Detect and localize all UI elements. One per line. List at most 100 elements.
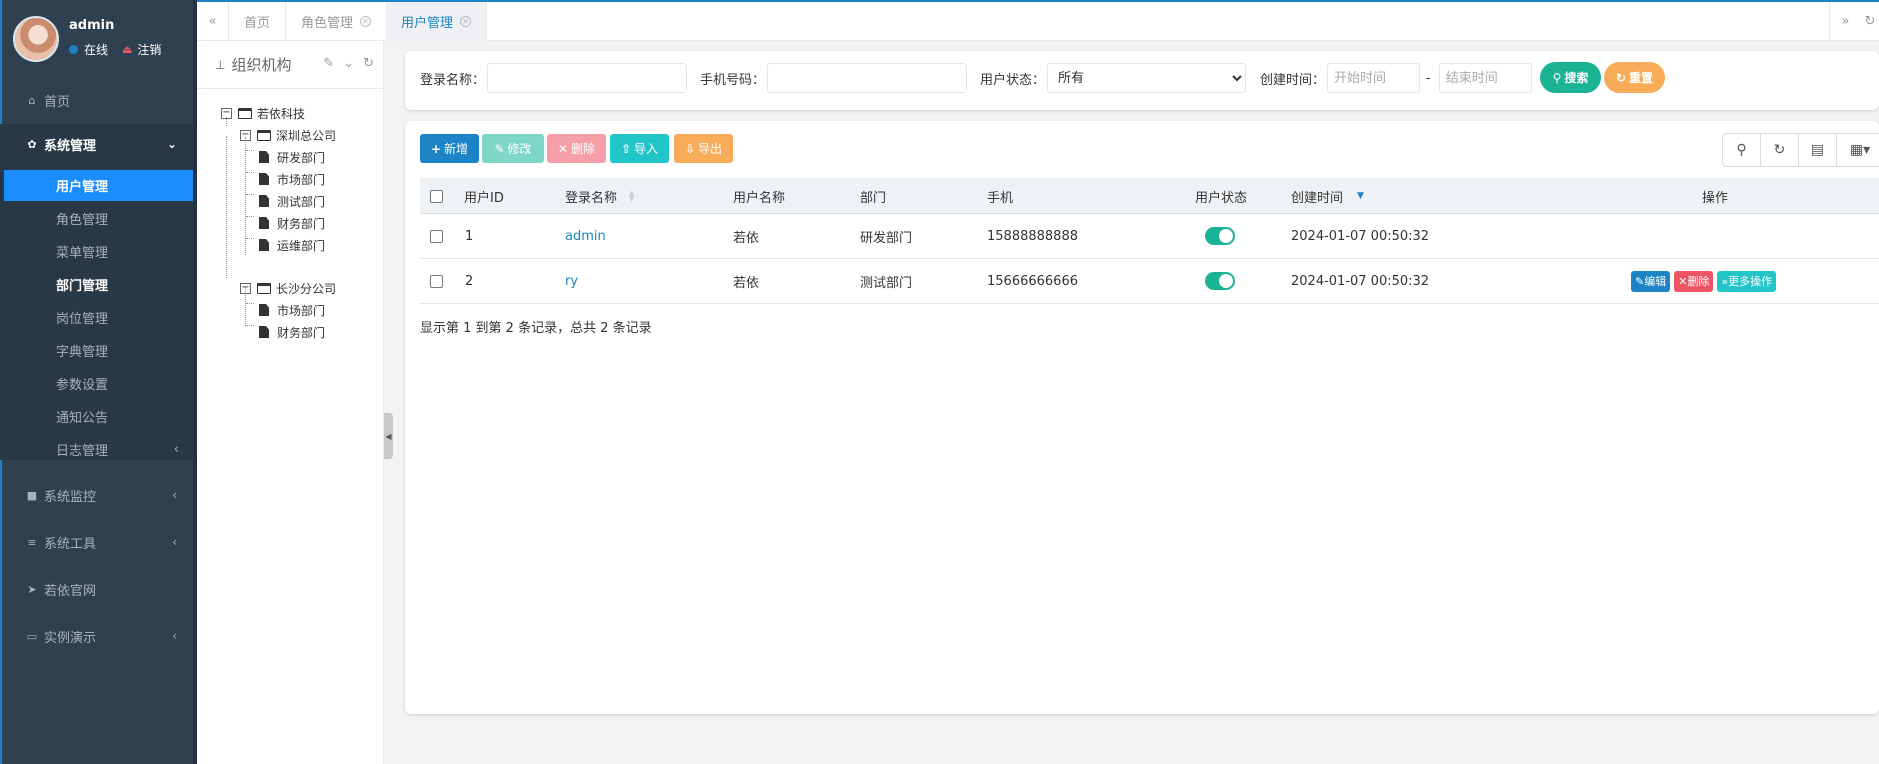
edit-icon[interactable]: ✎ <box>323 56 334 71</box>
column-select-button[interactable]: ▦▾ <box>1836 133 1879 167</box>
search-toggle-button[interactable]: ⚲ <box>1722 133 1761 167</box>
start-time-input[interactable] <box>1327 63 1421 93</box>
tree-node-root-label: 若依科技 <box>257 106 306 121</box>
th-status[interactable]: 用户状态 <box>1195 178 1247 214</box>
status-select[interactable]: 所有 <box>1047 63 1247 93</box>
row-delete-label: 删除 <box>1687 275 1710 288</box>
tree-node-dept[interactable]: 运维部门 <box>259 236 325 254</box>
sidebar-item-logs[interactable]: 日志管理 ‹ <box>4 434 193 465</box>
file-icon <box>259 151 269 163</box>
row-edit-label: 编辑 <box>1644 275 1667 288</box>
tree-node-shenzhen[interactable]: − 深圳总公司 <box>240 126 336 144</box>
sidebar-item-logs-label: 日志管理 <box>56 444 109 459</box>
tab-home[interactable]: 首页 <box>229 2 287 41</box>
upload-icon: ⇧ <box>620 141 632 156</box>
reset-button[interactable]: ↻ 重置 <box>1604 62 1665 93</box>
tabs-scroll-right-button[interactable]: » <box>1829 2 1861 41</box>
phone-field: 手机号码： <box>700 63 968 93</box>
row-checkbox[interactable] <box>430 229 443 243</box>
tabs-scroll-left-button[interactable]: « <box>197 2 229 41</box>
refresh-button[interactable]: ↻ <box>1760 133 1799 167</box>
sidebar-item-dict[interactable]: 字典管理 <box>4 335 193 366</box>
user-table-panel: + 新增 ✎ 修改 ✕ 删除 ⇧ 导入 ⇩ 导出 ⚲ ↻ ▤ ▦▾ 用户ID 登录名称 ▲… <box>405 121 1879 714</box>
logout-icon[interactable]: ⏏ <box>122 43 132 56</box>
add-user-button[interactable]: + 新增 <box>420 134 479 163</box>
th-phone[interactable]: 手机 <box>987 178 1013 214</box>
end-time-input[interactable] <box>1438 63 1532 93</box>
cell-created: 2024-01-07 00:50:32 <box>1291 228 1430 244</box>
collapse-toggle-icon[interactable]: − <box>221 107 232 119</box>
tab-users[interactable]: 用户管理 ✕ <box>386 2 488 41</box>
tab-roles[interactable]: 角色管理 ✕ <box>286 2 388 41</box>
nav-item-demo[interactable]: ▭ 实例演示 ‹ <box>0 616 193 656</box>
desktop-icon: ▭ <box>26 629 38 643</box>
row-checkbox[interactable] <box>430 274 443 288</box>
tree-connector <box>226 136 227 278</box>
login-name-link[interactable]: ry <box>565 274 578 289</box>
sidebar-item-notice[interactable]: 通知公告 <box>4 401 193 432</box>
tree-node-dept[interactable]: 财务部门 <box>259 214 325 232</box>
tree-node-changsha[interactable]: − 长沙分公司 <box>240 279 336 297</box>
row-more-button[interactable]: » 更多操作 <box>1717 270 1777 292</box>
search-button[interactable]: ⚲ 搜索 <box>1540 62 1601 93</box>
import-button[interactable]: ⇧ 导入 <box>610 134 669 163</box>
nav-item-monitor[interactable]: ■ 系统监控 ‹ <box>0 475 193 515</box>
th-login-name[interactable]: 登录名称 ▲ ▼ <box>565 178 634 214</box>
th-dept[interactable]: 部门 <box>860 178 886 214</box>
status-toggle[interactable] <box>1205 272 1235 290</box>
file-icon <box>259 304 269 316</box>
refresh-tab-icon[interactable]: ↻ <box>1861 2 1879 41</box>
delete-user-button[interactable]: ✕ 删除 <box>547 134 606 163</box>
logout-link[interactable]: 注销 <box>137 41 161 58</box>
sidebar-item-posts[interactable]: 岗位管理 <box>4 302 193 333</box>
send-icon: ➤ <box>27 582 37 596</box>
nav-item-home[interactable]: ⌂ 首页 <box>0 80 193 120</box>
sort-icon: ▲ ▼ <box>629 189 635 203</box>
nav-system-label: 系统管理 <box>44 138 97 154</box>
tree-node-dept[interactable]: 测试部门 <box>259 192 325 210</box>
collapse-panel-handle[interactable]: ◀ <box>384 413 393 459</box>
org-tree-tools: ✎ ⌄ ↻ <box>323 56 374 71</box>
row-edit-button[interactable]: ✎ 编辑 <box>1631 270 1671 292</box>
export-button[interactable]: ⇩ 导出 <box>674 134 733 163</box>
grid-icon: ▦▾ <box>1849 142 1871 158</box>
sidebar-item-users[interactable]: 用户管理 <box>4 170 193 201</box>
online-dot-icon <box>69 45 78 54</box>
login-name-field: 登录名称： <box>420 63 688 93</box>
close-icon[interactable]: ✕ <box>460 16 472 27</box>
tree-node-dept[interactable]: 市场部门 <box>259 301 325 319</box>
status-toggle[interactable] <box>1205 227 1235 245</box>
phone-input[interactable] <box>767 63 968 93</box>
sidebar-item-depts[interactable]: 部门管理 <box>4 269 193 300</box>
sidebar-item-roles[interactable]: 角色管理 <box>4 203 193 234</box>
login-name-input[interactable] <box>487 63 688 93</box>
sidebar-item-menus[interactable]: 菜单管理 <box>4 236 193 267</box>
collapse-toggle-icon[interactable]: − <box>240 129 251 141</box>
nav-item-tools[interactable]: ≡ 系统工具 ‹ <box>0 522 193 562</box>
avatar[interactable] <box>13 16 59 62</box>
login-name-link[interactable]: admin <box>565 229 606 244</box>
tree-node-label: 市场部门 <box>277 303 326 318</box>
chevron-down-icon[interactable]: ⌄ <box>343 56 354 71</box>
th-user-name[interactable]: 用户名称 <box>733 178 785 214</box>
tree-node-shenzhen-label: 深圳总公司 <box>276 128 337 143</box>
row-delete-button[interactable]: ✕ 删除 <box>1674 270 1714 292</box>
th-created[interactable]: 创建时间 ▼ <box>1291 178 1364 214</box>
tree-connector <box>246 325 254 326</box>
nav-item-system[interactable]: ✿ 系统管理 ⌄ <box>0 124 193 164</box>
tree-node-root[interactable]: − 若依科技 <box>221 104 305 122</box>
table-row: 2 ry 若依 测试部门 15666666666 2024-01-07 00:5… <box>420 259 1879 304</box>
th-user-id[interactable]: 用户ID <box>464 178 504 214</box>
sidebar-item-config[interactable]: 参数设置 <box>4 368 193 399</box>
tree-node-dept[interactable]: 财务部门 <box>259 323 325 341</box>
toggle-view-button[interactable]: ▤ <box>1798 133 1837 167</box>
collapse-toggle-icon[interactable]: − <box>240 282 251 294</box>
refresh-icon[interactable]: ↻ <box>363 56 374 71</box>
edit-user-button[interactable]: ✎ 修改 <box>482 134 544 163</box>
select-all-checkbox[interactable] <box>430 189 443 203</box>
nav-website-label: 若依官网 <box>44 583 97 599</box>
tree-node-dept[interactable]: 市场部门 <box>259 170 325 188</box>
close-icon[interactable]: ✕ <box>360 16 372 27</box>
nav-item-website[interactable]: ➤ 若依官网 <box>0 569 193 609</box>
tree-node-dept[interactable]: 研发部门 <box>259 148 325 166</box>
